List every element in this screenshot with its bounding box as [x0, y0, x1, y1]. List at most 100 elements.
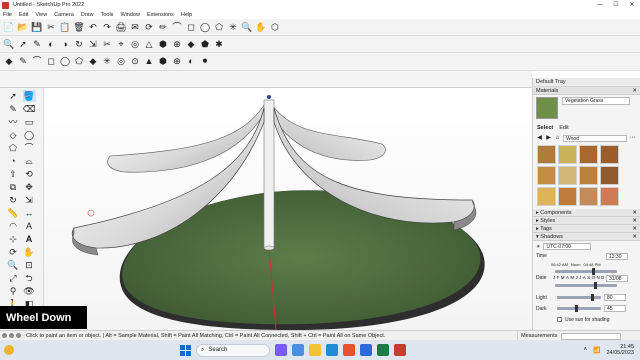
details-icon[interactable]: ⋯ — [629, 135, 636, 142]
push-pull-icon[interactable]: ⇧ — [7, 168, 20, 180]
light-slider-thumb[interactable] — [590, 294, 594, 301]
current-material-swatch[interactable] — [536, 97, 558, 119]
row1-tool-icon-14[interactable]: ◯ — [199, 21, 211, 33]
row2-tool-icon-12[interactable]: ⊕ — [171, 38, 183, 50]
home-icon[interactable]: ⌂ — [554, 135, 561, 142]
row1-tool-icon-6[interactable]: ↶ — [87, 21, 99, 33]
row3-tool-icon-11[interactable]: ⬢ — [157, 56, 169, 68]
row1-tool-icon-2[interactable]: 💾 — [31, 21, 43, 33]
row1-tool-icon-12[interactable]: ⌒ — [171, 21, 183, 33]
dark-slider[interactable] — [557, 305, 601, 312]
geo-location-icon[interactable] — [2, 333, 7, 338]
row2-tool-icon-2[interactable]: ✎ — [31, 38, 43, 50]
close-icon[interactable]: ✕ — [632, 209, 637, 217]
close-icon[interactable]: ✕ — [632, 225, 637, 233]
styles-header[interactable]: ▸ Styles ✕ — [533, 217, 640, 225]
tab-select[interactable]: Select — [537, 125, 553, 133]
row1-tool-icon-0[interactable]: 📄 — [3, 21, 15, 33]
previous-view-icon[interactable]: ⮌ — [23, 272, 36, 284]
row3-tool-icon-1[interactable]: ✎ — [17, 56, 29, 68]
row3-tool-icon-4[interactable]: ◯ — [59, 56, 71, 68]
rectangle-icon[interactable]: ▭ — [23, 116, 36, 128]
use-sun-checkbox[interactable] — [557, 317, 562, 322]
offset-icon[interactable]: ⧉ — [7, 181, 20, 193]
row2-tool-icon-11[interactable]: ⬢ — [157, 38, 169, 50]
menu-edit[interactable]: Edit — [19, 12, 28, 18]
tape-measure-icon[interactable]: 📏 — [7, 207, 20, 219]
light-value-field[interactable]: 80 — [604, 294, 626, 301]
close-button[interactable]: ✕ — [624, 0, 640, 10]
material-swatch[interactable] — [579, 166, 598, 185]
row3-tool-icon-6[interactable]: ◆ — [87, 56, 99, 68]
browser-icon[interactable] — [343, 344, 355, 356]
material-name-field[interactable]: Vegetation Grass — [562, 97, 630, 105]
row2-tool-icon-15[interactable]: ✱ — [213, 38, 225, 50]
row2-tool-icon-9[interactable]: ◎ — [129, 38, 141, 50]
tags-header[interactable]: ▸ Tags ✕ — [533, 225, 640, 233]
arc-icon[interactable]: ⌒ — [23, 142, 36, 154]
timezone-select[interactable]: UTC-07:00 — [543, 243, 592, 250]
rotated-rect-icon[interactable]: ◇ — [7, 129, 20, 141]
row2-tool-icon-3[interactable]: ◐ — [45, 38, 57, 50]
material-swatch[interactable] — [600, 187, 619, 206]
menu-file[interactable]: File — [3, 12, 12, 18]
material-swatch[interactable] — [600, 166, 619, 185]
word-icon[interactable] — [360, 344, 372, 356]
row2-tool-icon-14[interactable]: ⬟ — [199, 38, 211, 50]
row1-tool-icon-4[interactable]: 📋 — [59, 21, 71, 33]
row2-tool-icon-7[interactable]: ✂ — [101, 38, 113, 50]
model-viewport[interactable] — [44, 88, 532, 330]
row1-tool-icon-10[interactable]: ⟳ — [143, 21, 155, 33]
menu-camera[interactable]: Camera — [54, 12, 74, 18]
3d-text-icon[interactable]: 𝐀 — [23, 233, 36, 245]
measurements-input[interactable] — [561, 332, 622, 340]
date-slider-track[interactable] — [555, 281, 617, 289]
row2-tool-icon-4[interactable]: ◑ — [59, 38, 71, 50]
row3-tool-icon-13[interactable]: ◐ — [185, 56, 197, 68]
row3-tool-icon-10[interactable]: ▲ — [143, 56, 155, 68]
position-camera-icon[interactable]: ⚲ — [7, 285, 20, 297]
row2-tool-icon-1[interactable]: ➚ — [17, 38, 29, 50]
row2-tool-icon-10[interactable]: △ — [143, 38, 155, 50]
text-icon[interactable]: A — [23, 220, 36, 232]
forward-arrow-icon[interactable]: ▶ — [545, 135, 552, 142]
row3-tool-icon-0[interactable]: ◆ — [3, 56, 15, 68]
select-tool-icon[interactable]: ➚ — [7, 90, 20, 102]
row3-tool-icon-12[interactable]: ⊕ — [171, 56, 183, 68]
material-swatch[interactable] — [579, 187, 598, 206]
light-slider[interactable] — [557, 294, 601, 301]
back-arrow-icon[interactable]: ◀ — [536, 135, 543, 142]
material-swatch[interactable] — [600, 145, 619, 164]
date-slider[interactable] — [533, 281, 640, 289]
start-button[interactable] — [180, 344, 191, 356]
sun-toggle-icon[interactable]: ☀ — [536, 244, 540, 250]
row1-tool-icon-18[interactable]: ✋ — [255, 21, 267, 33]
zoom-extents-icon[interactable]: ⤢ — [7, 272, 20, 284]
row1-tool-icon-17[interactable]: 🔍 — [241, 21, 253, 33]
scale-icon[interactable]: ⇲ — [23, 194, 36, 206]
material-swatch[interactable] — [558, 187, 577, 206]
row1-tool-icon-1[interactable]: 📂 — [17, 21, 29, 33]
row1-tool-icon-13[interactable]: ◻ — [185, 21, 197, 33]
time-slider-thumb[interactable] — [591, 267, 595, 275]
zoom-window-icon[interactable]: ⊡ — [23, 259, 36, 271]
row1-tool-icon-8[interactable]: 🖨 — [115, 21, 127, 33]
weather-icon[interactable] — [4, 345, 14, 355]
taskbar-search[interactable]: ⌕ Search — [196, 343, 270, 357]
row1-tool-icon-19[interactable]: ⬡ — [269, 21, 281, 33]
sketchup-taskbar-icon[interactable] — [394, 344, 406, 356]
user-icon[interactable] — [16, 333, 21, 338]
circle-icon[interactable]: ◯ — [23, 129, 36, 141]
pan-icon[interactable]: ✋ — [23, 246, 36, 258]
minimize-button[interactable]: — — [592, 0, 608, 10]
materials-header[interactable]: Materials ✕ — [533, 87, 640, 95]
pie-icon[interactable]: ◔ — [7, 155, 20, 167]
time-value-field[interactable]: 13:30 — [606, 252, 628, 260]
menu-tools[interactable]: Tools — [101, 12, 114, 18]
freehand-icon[interactable]: 〰 — [7, 116, 20, 128]
material-swatch[interactable] — [558, 166, 577, 185]
menu-draw[interactable]: Draw — [81, 12, 94, 18]
dimension-icon[interactable]: ↔ — [23, 207, 36, 219]
zoom-icon[interactable]: 🔍 — [7, 259, 20, 271]
row3-tool-icon-2[interactable]: ⌒ — [31, 56, 43, 68]
